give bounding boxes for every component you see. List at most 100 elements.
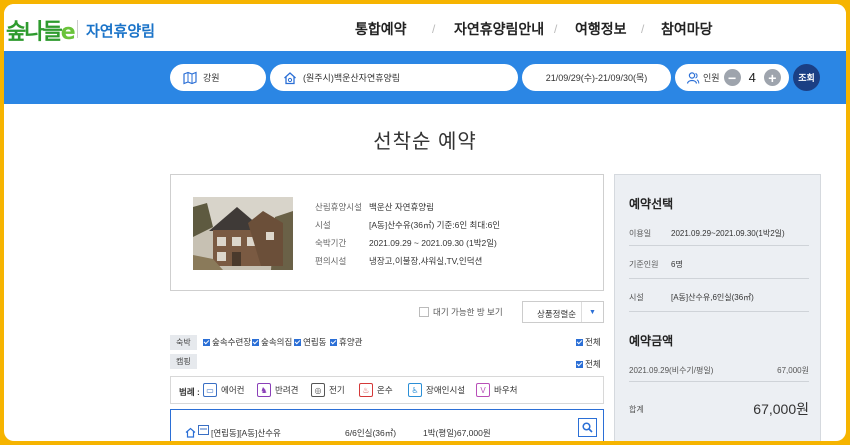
- info-value: 2021.09.29 ~ 2021.09.30 (1박2일): [369, 238, 497, 248]
- search-bar: 강원 (원주시)백운산자연휴양림 21/09/29(수)-21/09/30(목)…: [4, 51, 846, 104]
- room-result-row[interactable]: [연립동][A동]산수유 6/6인실(36㎡) 1박(평일)67,000원: [170, 409, 604, 441]
- legend-item: ♨ 온수: [359, 383, 393, 397]
- info-label: 산림휴양시설: [315, 202, 362, 212]
- room-price: 1박(평일)67,000원: [423, 428, 491, 438]
- legend-title: 범례 :: [179, 387, 200, 397]
- checkbox[interactable]: [330, 338, 337, 346]
- legend-item: ♿ 장애인시설: [408, 383, 465, 397]
- room-capacity: 6/6인실(36㎡): [345, 428, 397, 438]
- total-value: 67,000원: [753, 401, 809, 417]
- site-name[interactable]: 자연휴양림: [86, 20, 155, 41]
- page-title: 선착순 예약: [373, 131, 477, 153]
- legend-item: V 바우처: [476, 383, 517, 397]
- legend-item: ◎ 전기: [311, 383, 345, 397]
- filter-all-lodging[interactable]: 전체: [576, 336, 601, 348]
- home-icon: [185, 427, 196, 440]
- info-label: 편의시설: [315, 256, 347, 266]
- forest-value: (원주시)백운산자연휴양림: [303, 73, 401, 83]
- info-row-facility-name: 산림휴양시설 백운산 자연휴양림: [315, 201, 434, 213]
- filter-all-camping[interactable]: 전체: [576, 358, 601, 370]
- legend-item: ▭ 에어컨: [203, 383, 244, 397]
- summary-value: 6명: [671, 260, 683, 269]
- total-label: 합계: [629, 405, 644, 414]
- logo-divider: [77, 20, 78, 38]
- filter-row-house[interactable]: 연립동: [294, 336, 326, 348]
- summary-label: 기준인원: [629, 260, 659, 269]
- info-label: 숙박기간: [315, 238, 347, 248]
- info-row-room: 시설 [A동]산수유(36㎡) 기준:6인 최대:6인: [315, 219, 500, 231]
- waitlist-checkbox[interactable]: [419, 307, 429, 317]
- info-value: 백운산 자연휴양림: [369, 202, 434, 212]
- nav-item-travel-info[interactable]: 여행정보: [575, 19, 627, 39]
- filter-label: 연립동: [303, 337, 327, 347]
- region-value: 강원: [203, 73, 220, 83]
- nav-separator: /: [432, 22, 436, 36]
- facility-info: 산림휴양시설 백운산 자연휴양림 시설 [A동]산수유(36㎡) 기준:6인 최대:…: [170, 174, 604, 291]
- legend-label: 에어컨: [221, 385, 245, 395]
- summary-select-title: 예약선택: [629, 197, 674, 211]
- logo[interactable]: 숲나들e: [6, 14, 76, 46]
- search-button[interactable]: 조회: [793, 64, 820, 91]
- people-label: 인원: [703, 73, 720, 83]
- summary-price-title: 예약금액: [629, 334, 674, 348]
- checkbox[interactable]: [576, 338, 583, 346]
- air-conditioner-icon: [198, 425, 209, 437]
- legend: 범례 : ▭ 에어컨 ♞ 반려견 ◎ 전기 ♨ 온수 ♿ 장애인시설 V 바우처: [170, 376, 604, 404]
- info-value: [A동]산수유(36㎡) 기준:6인 최대:6인: [369, 220, 501, 230]
- pet-icon: ♞: [257, 383, 271, 397]
- checkbox[interactable]: [252, 338, 259, 346]
- legend-label: 장애인시설: [426, 385, 466, 395]
- date-select[interactable]: 21/09/29(수)-21/09/30(목): [522, 64, 671, 91]
- waitlist-toggle[interactable]: 대기 가능한 방 보기: [419, 306, 503, 318]
- summary-row-room: 시설 [A동]산수유,6인실(36㎡): [629, 279, 809, 312]
- app-frame: 숲나들e 자연휴양림 통합예약 / 자연휴양림안내 / 여행정보 / 참여마당 …: [4, 4, 846, 441]
- nav-item-forest-info[interactable]: 자연휴양림안내: [454, 19, 544, 39]
- legend-label: 바우처: [494, 385, 518, 395]
- nav-item-community[interactable]: 참여마당: [661, 19, 713, 39]
- facility-photo: [193, 197, 293, 270]
- waitlist-label: 대기 가능한 방 보기: [433, 307, 503, 317]
- filter-forest-house[interactable]: 숲속의집: [252, 336, 292, 348]
- people-increase-button[interactable]: +: [763, 69, 781, 86]
- price-label: 2021.09.29(비수기/평일): [629, 366, 714, 375]
- region-select[interactable]: 강원: [170, 64, 266, 91]
- legend-label: 전기: [329, 385, 345, 395]
- date-value: 21/09/29(수)-21/09/30(목): [545, 73, 648, 83]
- price-value: 67,000원: [777, 366, 809, 375]
- legend-item: ♞ 반려견: [257, 383, 298, 397]
- voucher-icon: V: [476, 383, 490, 397]
- people-stepper: 인원 − 4 +: [675, 64, 789, 91]
- summary-value: 2021.09.29~2021.09.30(1박2일): [671, 229, 785, 238]
- checkbox[interactable]: [576, 360, 583, 368]
- nav-separator: /: [554, 22, 558, 36]
- electricity-icon: ◎: [311, 383, 325, 397]
- summary-label: 시설: [629, 293, 644, 302]
- reservation-summary: 예약선택 이용일 2021.09.29~2021.09.30(1박2일) 기준인원…: [614, 174, 821, 441]
- lodging-tag[interactable]: 숙박: [170, 335, 197, 350]
- summary-value: [A동]산수유,6인실(36㎡): [671, 293, 754, 302]
- room-name: [연립동][A동]산수유: [211, 428, 281, 438]
- filter-training-center[interactable]: 숲속수련장: [203, 336, 251, 348]
- summary-row-capacity: 기준인원 6명: [629, 246, 809, 279]
- info-value: 냉장고,이불장,샤워실,TV,인덕션: [369, 256, 483, 266]
- header: 숲나들e 자연휴양림 통합예약 / 자연휴양림안내 / 여행정보 / 참여마당: [4, 4, 846, 51]
- summary-row-price: 2021.09.29(비수기/평일) 67,000원: [629, 356, 809, 382]
- summary-row-dates: 이용일 2021.09.29~2021.09.30(1박2일): [629, 219, 809, 246]
- filter-recreation-hall[interactable]: 휴양관: [330, 336, 362, 348]
- all-label: 전체: [585, 337, 601, 347]
- people-decrease-button[interactable]: −: [723, 69, 741, 86]
- forest-select[interactable]: (원주시)백운산자연휴양림: [270, 64, 518, 91]
- summary-total: 합계 67,000원: [629, 399, 809, 419]
- filter-label: 숲속의집: [261, 337, 293, 347]
- checkbox[interactable]: [294, 338, 301, 346]
- nav-item-reservation[interactable]: 통합예약: [355, 19, 407, 39]
- map-icon: [182, 70, 198, 86]
- checkbox[interactable]: [203, 338, 210, 346]
- summary-label: 이용일: [629, 229, 652, 238]
- legend-label: 반려견: [275, 385, 299, 395]
- chevron-down-icon: ▼: [581, 302, 603, 322]
- camping-tag[interactable]: 캠핑: [170, 354, 197, 369]
- filter-label: 숲속수련장: [212, 337, 252, 347]
- search-icon[interactable]: [578, 418, 597, 437]
- sort-select[interactable]: 상품정렬순 ▼: [522, 301, 604, 323]
